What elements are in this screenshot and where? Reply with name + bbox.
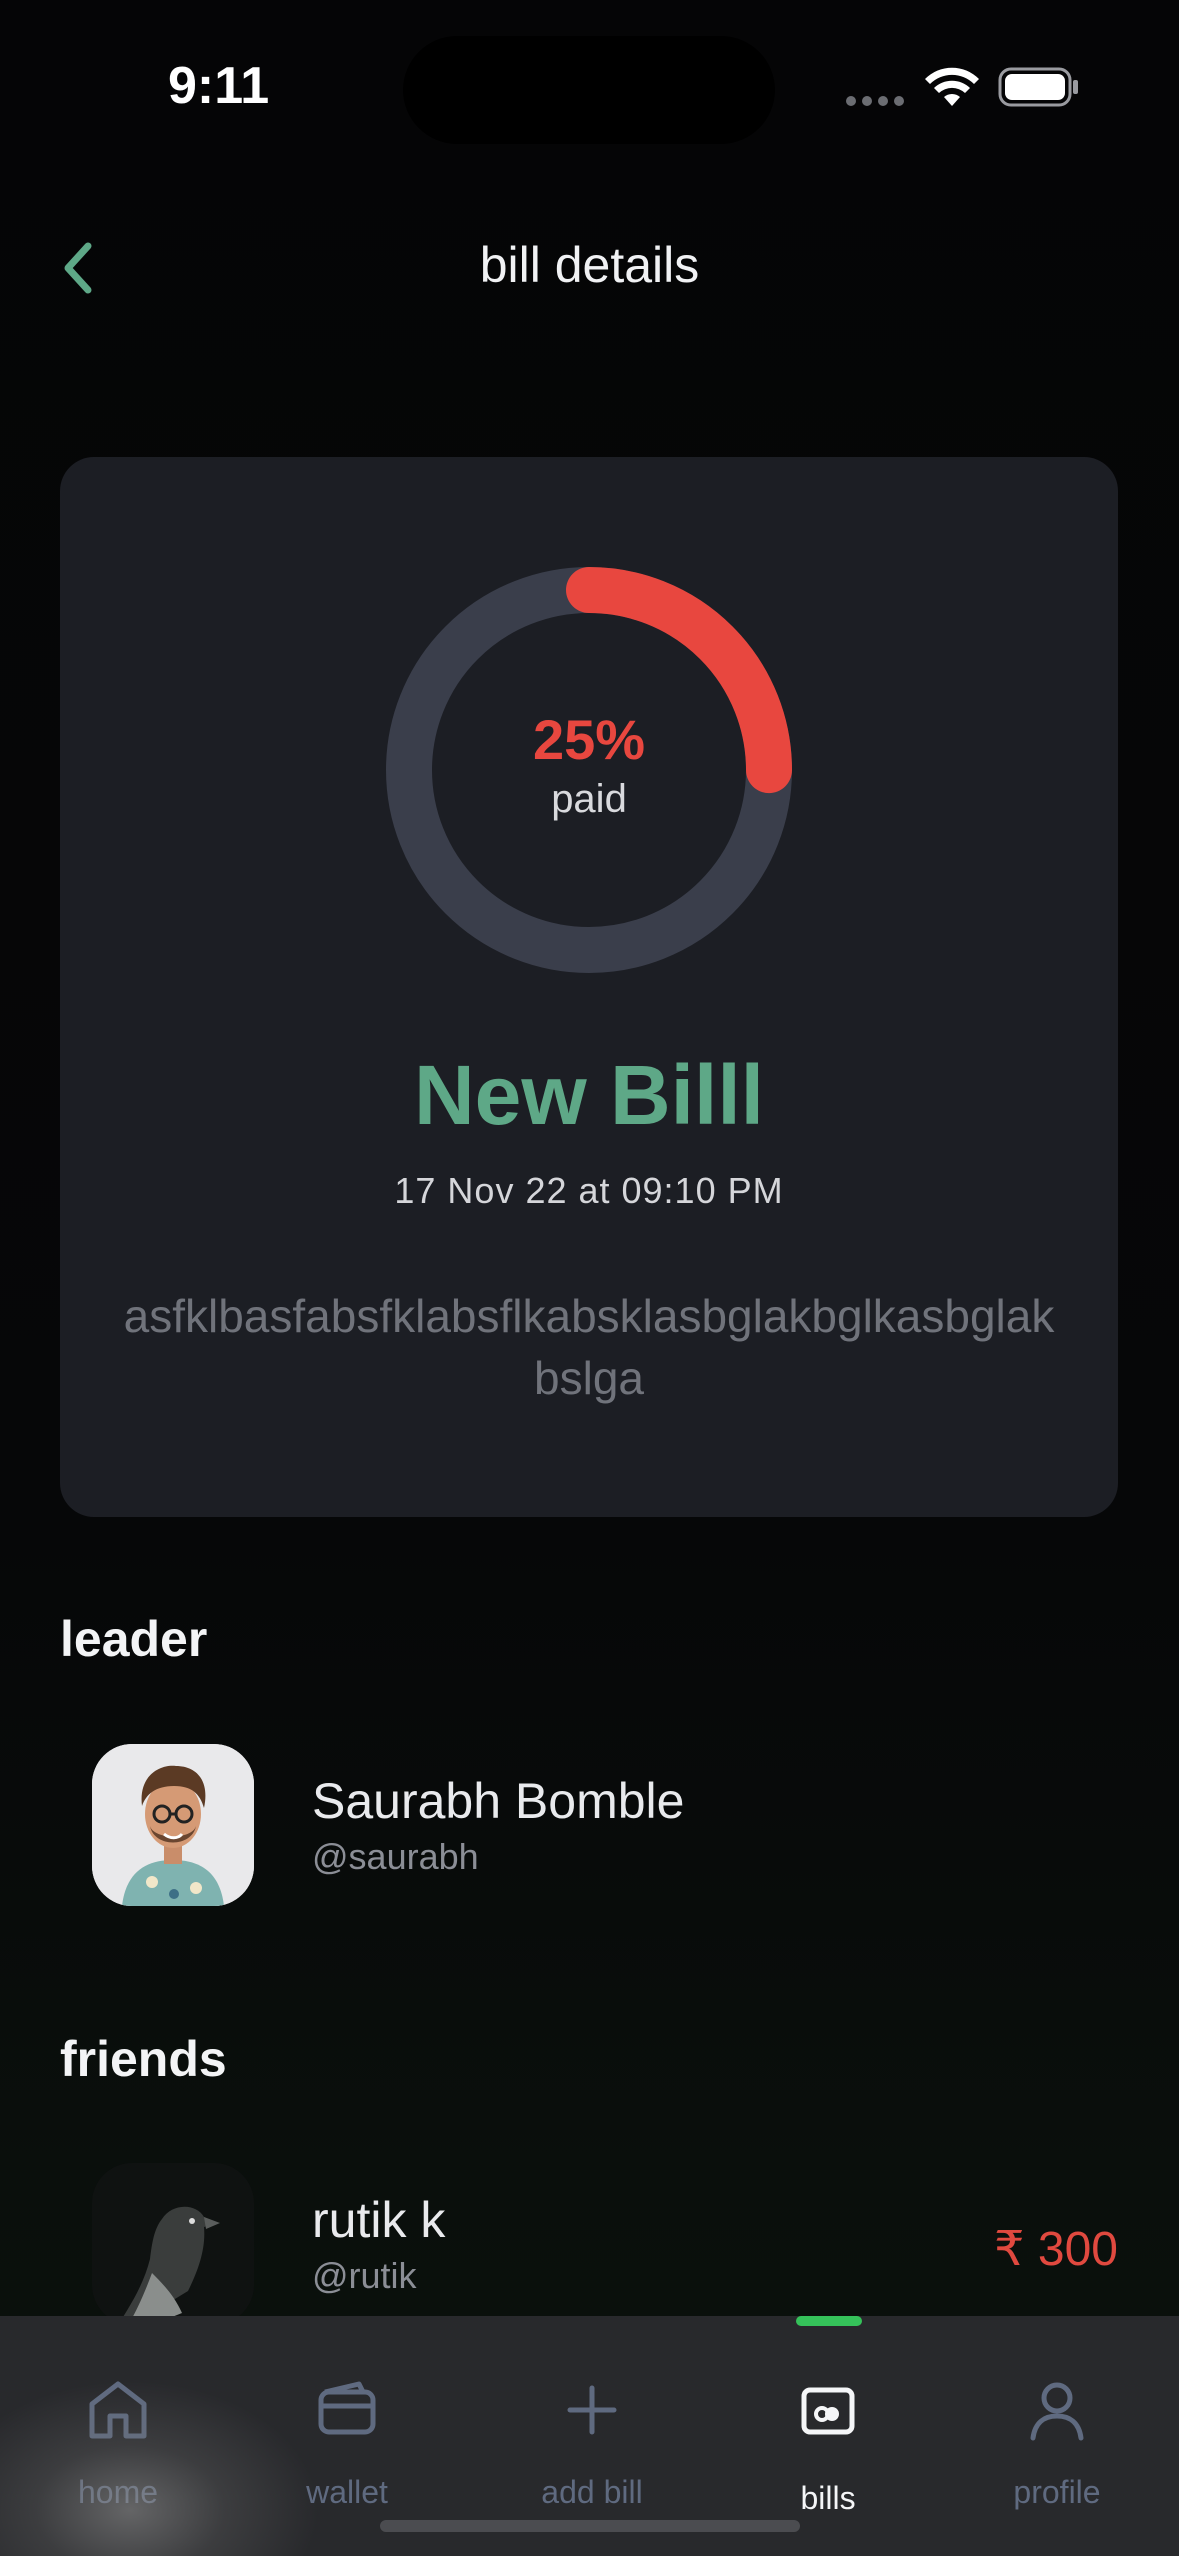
tab-label: home [77, 2474, 159, 2510]
wifi-icon [925, 67, 979, 106]
leader-row[interactable]: Saurabh Bomble @saurabh [92, 1744, 1118, 1906]
home-icon [89, 2381, 147, 2439]
home-indicator [380, 2520, 800, 2532]
friend-name: rutik k [312, 2192, 446, 2248]
bill-summary-card: 25% paid New Billl 17 Nov 22 at 09:10 PM… [60, 457, 1118, 1517]
plus-icon [567, 2385, 617, 2435]
bill-description: asfklbasfabsfklabsflkabsklasbglakbglkasb… [123, 1290, 1055, 1404]
paid-percent: 25% [532, 708, 646, 771]
tab-home[interactable]: home [0, 2316, 236, 2556]
paid-label: paid [551, 777, 627, 821]
tab-label: wallet [306, 2474, 388, 2510]
bill-date: 17 Nov 22 at 09:10 PM [394, 1170, 784, 1211]
battery-icon [998, 67, 1078, 107]
bill-name: New Billl [413, 1048, 765, 1142]
page-title: bill details [479, 237, 700, 293]
friend-row[interactable]: rutik k @rutik ₹ 300 [92, 2163, 1118, 2325]
tab-profile[interactable]: profile [939, 2316, 1175, 2556]
leader-name: Saurabh Bomble [312, 1773, 685, 1829]
friend-amount: ₹ 300 [994, 2223, 1118, 2276]
wallet-icon [318, 2381, 376, 2435]
avatar [92, 1744, 254, 1906]
dynamic-island [403, 36, 775, 144]
cellular-signal-icon [846, 96, 904, 106]
tab-label: profile [1013, 2474, 1101, 2510]
friends-section-title: friends [60, 2031, 227, 2087]
active-tab-indicator [796, 2316, 862, 2326]
tab-label: bills [800, 2480, 856, 2516]
bills-icon [801, 2387, 855, 2435]
leader-handle: @saurabh [312, 1836, 479, 1877]
profile-icon [1030, 2382, 1084, 2441]
tab-label: add bill [541, 2474, 643, 2510]
leader-section-title: leader [60, 1611, 208, 1667]
status-time: 9:11 [168, 57, 270, 115]
bill-details-screen: 9:11 bill details 25% paid New Billl 17 … [0, 0, 1179, 2556]
avatar [92, 2163, 254, 2325]
friend-handle: @rutik [312, 2255, 417, 2296]
